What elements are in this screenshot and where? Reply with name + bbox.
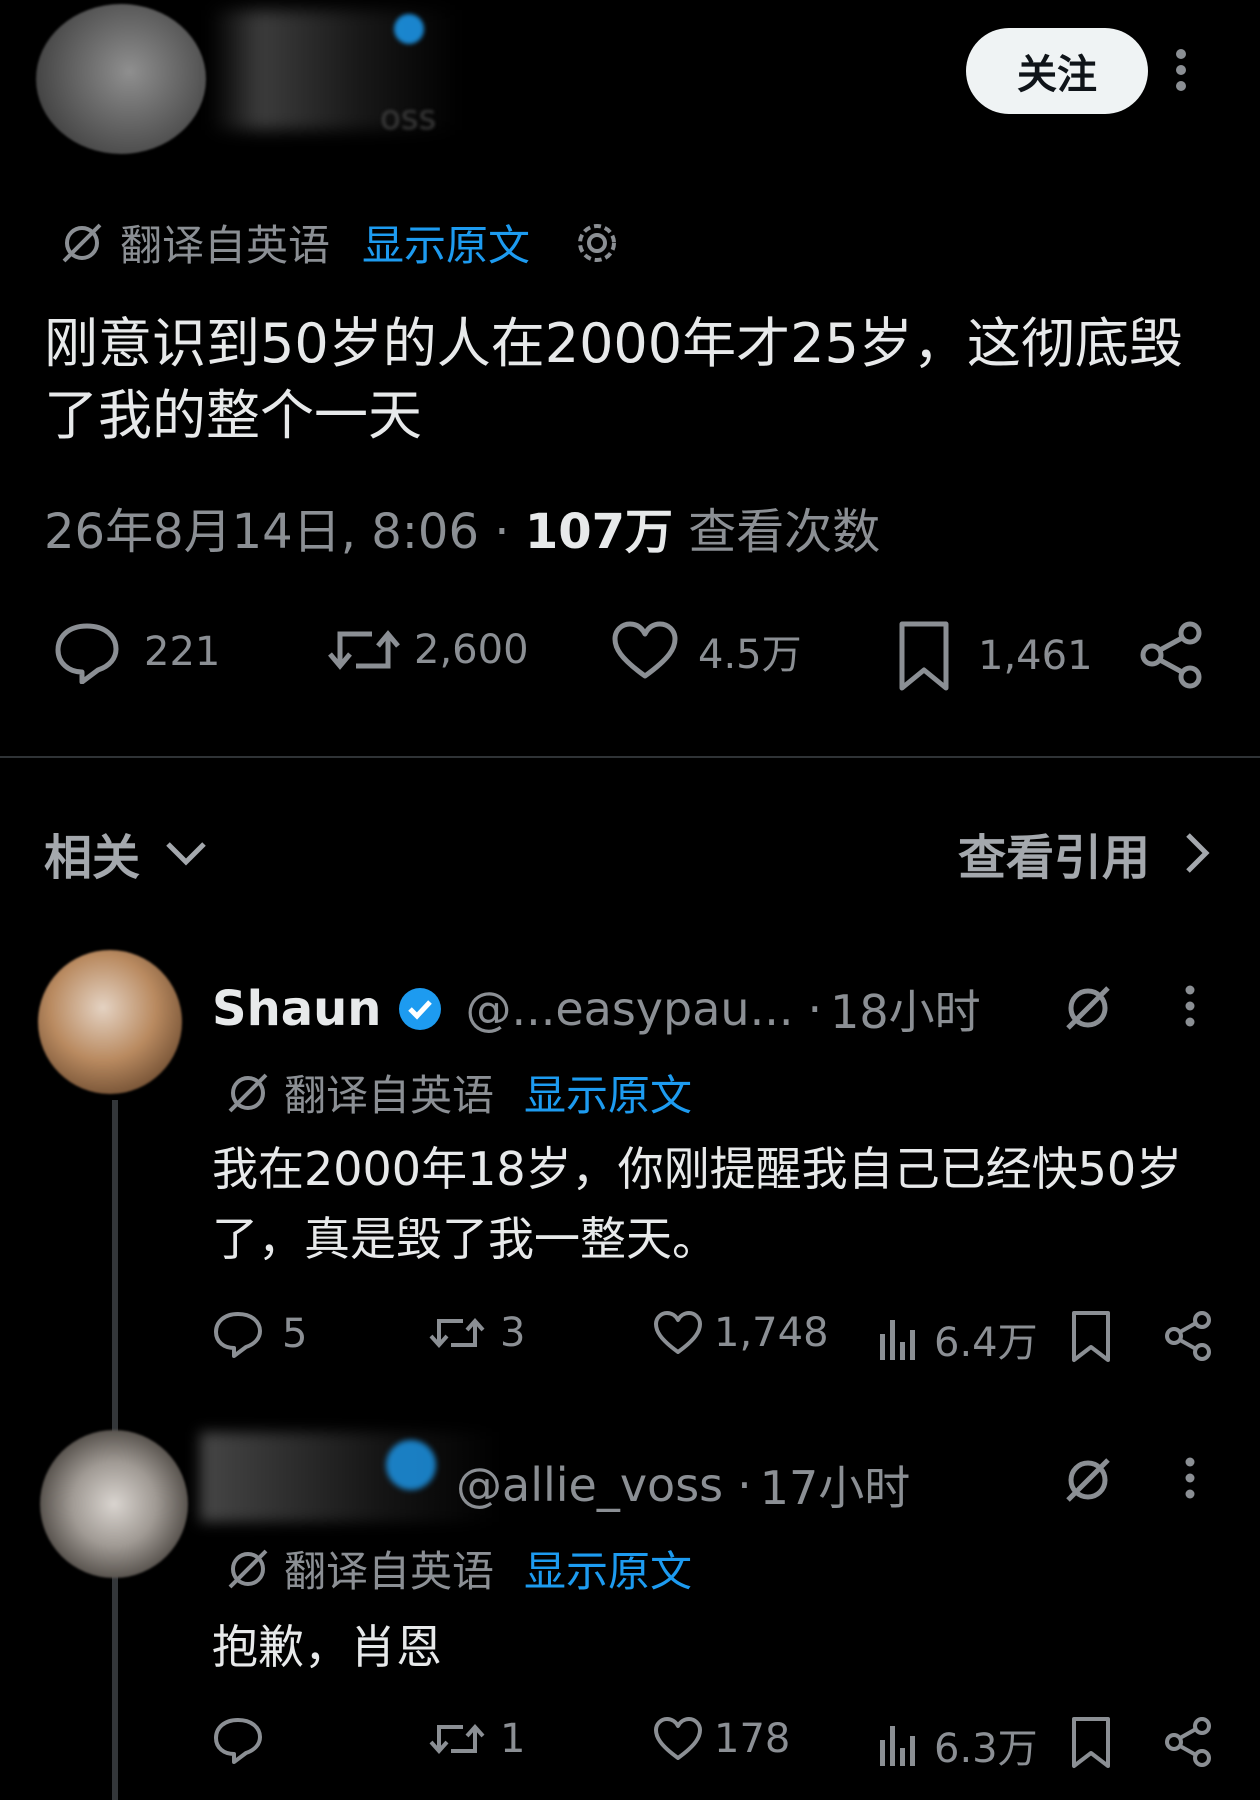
reply-handle[interactable]: @allie_voss [456, 1458, 723, 1512]
like-action[interactable]: 178 [652, 1716, 790, 1762]
reply-avatar[interactable] [38, 950, 182, 1094]
share-action[interactable] [1138, 620, 1208, 690]
related-dropdown[interactable]: 相关 [44, 818, 208, 888]
repost-icon [428, 1716, 486, 1762]
translation-bar: 翻译自英语 显示原文 [58, 212, 620, 273]
heart-icon [610, 620, 680, 682]
reply-time: 18小时 [830, 985, 981, 1039]
view-quotes-label: 查看引用 [957, 830, 1150, 886]
follow-button[interactable]: 关注 [966, 28, 1148, 114]
repost-action[interactable]: 2,600 [326, 620, 529, 680]
meta-separator: · [737, 1458, 752, 1512]
heart-icon [652, 1310, 704, 1356]
show-original-link[interactable]: 显示原文 [524, 1538, 692, 1599]
reply-action[interactable]: 221 [52, 620, 220, 684]
like-count: 178 [714, 1716, 791, 1762]
more-options-icon[interactable] [1174, 48, 1188, 92]
translated-from-label: 翻译自英语 [284, 1071, 495, 1120]
bookmark-count: 1,461 [978, 633, 1093, 679]
post-meta: 26年8月14日, 8:06 · 107万 查看次数 [44, 492, 880, 562]
translation-bar: 翻译自英语 显示原文 [224, 1538, 692, 1599]
share-icon[interactable] [1164, 1310, 1214, 1362]
verified-badge-icon [386, 1440, 436, 1490]
reply-icon [212, 1716, 264, 1764]
repost-count: 1 [500, 1716, 526, 1762]
show-original-link[interactable]: 显示原文 [362, 212, 530, 273]
translated-from-label: 翻译自英语 [120, 221, 331, 270]
repost-count: 3 [500, 1310, 526, 1356]
heart-icon [652, 1716, 704, 1762]
reply-icon [52, 620, 122, 684]
reply-author-name-redacted [200, 1432, 500, 1522]
reply-author-name[interactable]: Shaun [212, 981, 381, 1037]
like-action[interactable]: 4.5万 [610, 620, 802, 682]
bar-chart-icon [876, 1722, 920, 1768]
share-icon[interactable] [1164, 1716, 1214, 1768]
view-count: 107万 [524, 504, 674, 560]
meta-separator: · [494, 504, 510, 560]
reply-icon [212, 1310, 264, 1358]
repost-icon [326, 620, 402, 680]
author-handle: oss [380, 98, 437, 138]
like-count: 1,748 [714, 1310, 829, 1356]
more-options-icon[interactable] [1184, 1456, 1196, 1500]
reply-action[interactable] [212, 1716, 282, 1764]
reply-text: 抱歉，肖恩 [212, 1620, 442, 1674]
reply-action[interactable]: 5 [212, 1310, 307, 1358]
translate-icon [224, 1069, 272, 1117]
translate-icon[interactable] [1060, 1452, 1116, 1508]
gear-icon[interactable] [574, 220, 620, 266]
reply-text: 我在2000年18岁，你刚提醒我自己已经快50岁了，真是毁了我一整天。 [212, 1142, 1183, 1266]
bookmark-icon[interactable] [1070, 1310, 1112, 1364]
view-count: 6.4万 [934, 1320, 1038, 1366]
translate-icon [58, 219, 106, 267]
post-text: 刚意识到50岁的人在2000年才25岁，这彻底毁了我的整个一天 [44, 312, 1183, 447]
meta-separator: · [807, 982, 823, 1036]
view-count-label[interactable]: 查看次数 [688, 504, 880, 560]
reply-time: 17小时 [759, 1461, 911, 1515]
verified-badge-icon [394, 14, 424, 44]
repost-action[interactable]: 3 [428, 1310, 525, 1356]
verified-badge-icon [397, 986, 443, 1032]
views-action[interactable]: 6.3万 [876, 1716, 1038, 1774]
chevron-down-icon [164, 838, 208, 868]
translate-icon[interactable] [1060, 980, 1116, 1036]
bookmark-icon [896, 620, 952, 692]
like-action[interactable]: 1,748 [652, 1310, 829, 1356]
like-count: 4.5万 [698, 632, 802, 678]
repost-icon [428, 1310, 486, 1356]
translation-bar: 翻译自英语 显示原文 [224, 1062, 692, 1123]
reply-header: @allie_voss · 17小时 [456, 1452, 910, 1518]
view-quotes-link[interactable]: 查看引用 [958, 818, 1210, 888]
bar-chart-icon [876, 1316, 920, 1362]
reply-avatar[interactable] [40, 1430, 188, 1578]
translate-icon [224, 1545, 272, 1593]
chevron-right-icon [1184, 831, 1210, 875]
view-count: 6.3万 [934, 1726, 1038, 1772]
reply-header: Shaun @...easypau... · 18小时 [212, 976, 981, 1042]
author-avatar[interactable] [36, 4, 206, 154]
repost-count: 2,600 [414, 627, 529, 673]
show-original-link[interactable]: 显示原文 [524, 1062, 692, 1123]
repost-action[interactable]: 1 [428, 1716, 525, 1762]
reply-count: 5 [282, 1311, 308, 1357]
bookmark-icon[interactable] [1070, 1716, 1112, 1770]
post-date: 26年8月14日, 8:06 [44, 504, 480, 560]
related-label: 相关 [44, 830, 141, 886]
share-icon [1138, 620, 1208, 690]
views-action[interactable]: 6.4万 [876, 1310, 1038, 1368]
bookmark-action[interactable]: 1,461 [896, 620, 1093, 692]
divider [0, 756, 1260, 758]
more-options-icon[interactable] [1184, 984, 1196, 1028]
translated-from-label: 翻译自英语 [284, 1547, 495, 1596]
reply-handle[interactable]: @...easypau... [465, 982, 793, 1036]
reply-count: 221 [144, 629, 221, 675]
